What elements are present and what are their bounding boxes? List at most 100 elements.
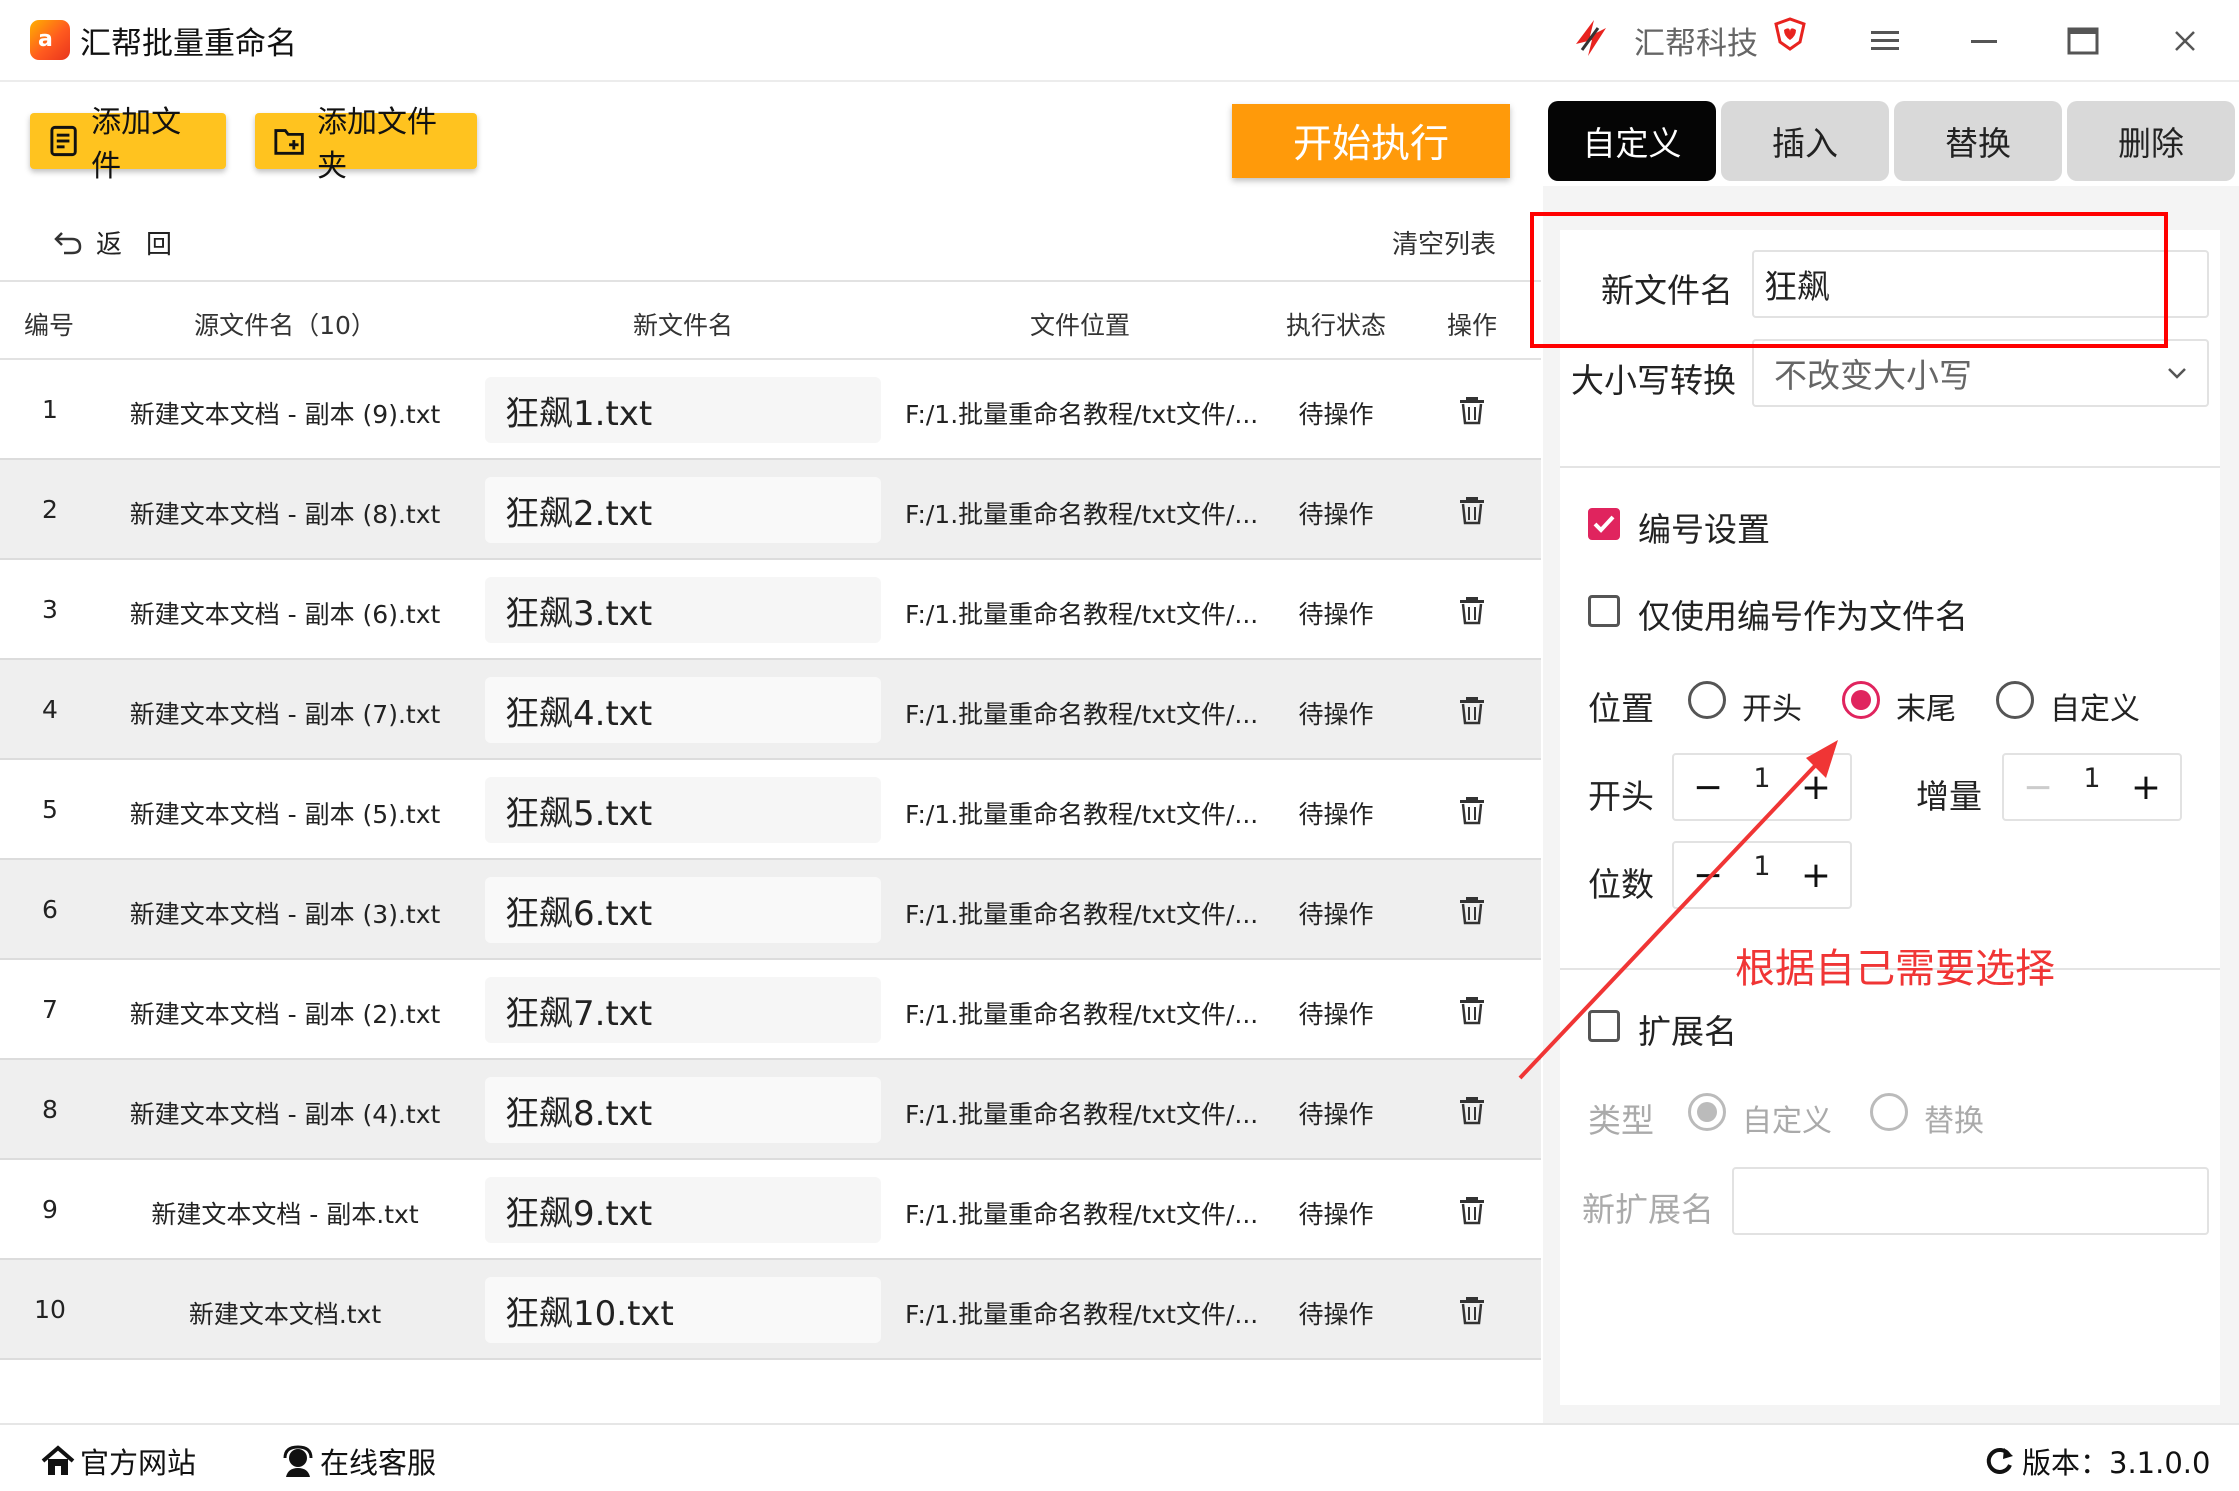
tab-replace[interactable]: 替换 xyxy=(1894,101,2062,181)
row-num: 3 xyxy=(42,595,58,624)
row-source-name: 新建文本文档 - 副本 (3).txt xyxy=(129,900,441,929)
start-execute-button[interactable]: 开始执行 xyxy=(1232,104,1510,178)
header-action: 操作 xyxy=(1446,311,1497,340)
file-table: 编号 源文件名（10） 新文件名 文件位置 执行状态 操作 1 新建文本文档 - … xyxy=(0,280,1541,1360)
row-new-name[interactable]: 狂飙3.txt xyxy=(485,577,881,643)
delete-row-icon[interactable] xyxy=(1456,994,1488,1026)
header-location: 文件位置 xyxy=(1029,311,1130,340)
row-new-name[interactable]: 狂飙1.txt xyxy=(485,377,881,443)
version-label: 版本：3.1.0.0 xyxy=(2022,1446,2211,1480)
row-new-name[interactable]: 狂飙4.txt xyxy=(485,677,881,743)
table-row[interactable]: 10 新建文本文档.txt 狂飙10.txt F:/1.批量重命名教程/txt文件/.… xyxy=(0,1260,1541,1360)
row-new-name[interactable]: 狂飙10.txt xyxy=(485,1277,881,1343)
app-logo-letter: a xyxy=(38,27,53,52)
table-row[interactable]: 9 新建文本文档 - 副本.txt 狂飙9.txt F:/1.批量重命名教程/txt文… xyxy=(0,1160,1541,1260)
minimize-icon[interactable] xyxy=(1962,18,2008,64)
website-link[interactable]: 官方网站 xyxy=(40,1440,196,1482)
delete-row-icon[interactable] xyxy=(1456,794,1488,826)
row-source-name: 新建文本文档 - 副本 (8).txt xyxy=(129,500,441,529)
row-location: F:/1.批量重命名教程/txt文件/... xyxy=(905,700,1259,729)
tab-insert[interactable]: 插入 xyxy=(1721,101,1889,181)
row-status: 待操作 xyxy=(1298,1300,1374,1329)
table-row[interactable]: 3 新建文本文档 - 副本 (6).txt 狂飙3.txt F:/1.批量重命名教程/… xyxy=(0,560,1541,660)
add-file-button[interactable]: 添加文件 xyxy=(30,105,226,184)
delete-row-icon[interactable] xyxy=(1456,594,1488,626)
row-source-name: 新建文本文档 - 副本 (6).txt xyxy=(129,600,441,629)
new-ext-input[interactable] xyxy=(1732,1167,2209,1235)
row-status: 待操作 xyxy=(1298,1100,1374,1129)
add-file-icon xyxy=(50,125,77,157)
row-location: F:/1.批量重命名教程/txt文件/... xyxy=(905,900,1259,929)
row-num: 10 xyxy=(34,1295,66,1324)
row-new-name[interactable]: 狂飙2.txt xyxy=(485,477,881,543)
case-select[interactable]: 不改变大小写 xyxy=(1752,339,2209,407)
delete-row-icon[interactable] xyxy=(1456,394,1488,426)
add-folder-button[interactable]: 添加文件夹 xyxy=(255,105,477,184)
row-location: F:/1.批量重命名教程/txt文件/... xyxy=(905,800,1259,829)
table-row[interactable]: 7 新建文本文档 - 副本 (2).txt 狂飙7.txt F:/1.批量重命名教程/… xyxy=(0,960,1541,1060)
row-source-name: 新建文本文档 - 副本 (9).txt xyxy=(129,400,441,429)
row-location: F:/1.批量重命名教程/txt文件/... xyxy=(905,400,1259,429)
row-new-name[interactable]: 狂飙9.txt xyxy=(485,1177,881,1243)
row-status: 待操作 xyxy=(1298,400,1374,429)
home-icon xyxy=(41,1445,75,1475)
type-label: 类型 xyxy=(1588,1101,1654,1140)
row-source-name: 新建文本文档 - 副本 (4).txt xyxy=(129,1100,441,1129)
website-label: 官方网站 xyxy=(80,1446,197,1480)
tab-custom[interactable]: 自定义 xyxy=(1548,101,1716,181)
row-num: 8 xyxy=(42,1095,58,1124)
delete-row-icon[interactable] xyxy=(1456,1094,1488,1126)
table-row[interactable]: 1 新建文本文档 - 副本 (9).txt 狂飙1.txt F:/1.批量重命名教程/… xyxy=(0,360,1541,460)
back-button[interactable]: 返回 xyxy=(52,222,196,262)
table-row[interactable]: 4 新建文本文档 - 副本 (7).txt 狂飙4.txt F:/1.批量重命名教程/… xyxy=(0,660,1541,760)
row-location: F:/1.批量重命名教程/txt文件/... xyxy=(905,1200,1259,1229)
position-end-label: 末尾 xyxy=(1896,692,1956,727)
position-end-radio[interactable] xyxy=(1842,681,1880,719)
row-new-name[interactable]: 狂飙8.txt xyxy=(485,1077,881,1143)
row-new-name[interactable]: 狂飙6.txt xyxy=(485,877,881,943)
header-source: 源文件名（10） xyxy=(194,311,376,340)
position-custom-radio[interactable] xyxy=(1996,681,2034,719)
row-num: 2 xyxy=(42,495,58,524)
only-number-label: 仅使用编号作为文件名 xyxy=(1638,597,1968,636)
delete-row-icon[interactable] xyxy=(1456,694,1488,726)
numbering-checkbox[interactable] xyxy=(1588,508,1620,540)
divider xyxy=(1560,466,2220,468)
add-folder-label: 添加文件夹 xyxy=(317,105,438,184)
support-link[interactable]: 在线客服 xyxy=(280,1440,436,1482)
row-num: 9 xyxy=(42,1195,58,1224)
row-num: 5 xyxy=(42,795,58,824)
brand-logo-icon xyxy=(1576,20,1606,56)
only-number-checkbox[interactable] xyxy=(1588,595,1620,627)
position-start-radio[interactable] xyxy=(1688,681,1726,719)
menu-icon[interactable] xyxy=(1862,18,1908,64)
clear-list-button[interactable]: 清空列表 xyxy=(1392,224,1496,261)
increment-plus-button[interactable]: + xyxy=(2128,767,2164,808)
increment-stepper[interactable]: − 1 + xyxy=(2002,753,2182,821)
chevron-down-icon xyxy=(2168,368,2186,379)
row-new-name[interactable]: 狂飙7.txt xyxy=(485,977,881,1043)
maximize-icon[interactable] xyxy=(2060,18,2106,64)
delete-row-icon[interactable] xyxy=(1456,494,1488,526)
row-status: 待操作 xyxy=(1298,500,1374,529)
delete-row-icon[interactable] xyxy=(1456,1294,1488,1326)
table-row[interactable]: 8 新建文本文档 - 副本 (4).txt 狂飙8.txt F:/1.批量重命名教程/… xyxy=(0,1060,1541,1160)
annotation-arrow-icon xyxy=(1518,740,1838,1080)
row-new-name[interactable]: 狂飙5.txt xyxy=(485,777,881,843)
table-row[interactable]: 6 新建文本文档 - 副本 (3).txt 狂飙6.txt F:/1.批量重命名教程/… xyxy=(0,860,1541,960)
row-status: 待操作 xyxy=(1298,900,1374,929)
row-source-name: 新建文本文档 - 副本.txt xyxy=(151,1200,419,1229)
tab-delete[interactable]: 删除 xyxy=(2067,101,2235,181)
row-source-name: 新建文本文档 - 副本 (2).txt xyxy=(129,1000,441,1029)
new-ext-label: 新扩展名 xyxy=(1582,1190,1714,1229)
app-title: 汇帮批量重命名 xyxy=(80,26,297,62)
close-icon[interactable] xyxy=(2162,18,2208,64)
type-custom-label: 自定义 xyxy=(1742,1104,1832,1139)
row-source-name: 新建文本文档 - 副本 (7).txt xyxy=(129,700,441,729)
annotation-text: 根据自己需要选择 xyxy=(1735,946,2055,992)
table-row[interactable]: 5 新建文本文档 - 副本 (5).txt 狂飙5.txt F:/1.批量重命名教程/… xyxy=(0,760,1541,860)
table-row[interactable]: 2 新建文本文档 - 副本 (8).txt 狂飙2.txt F:/1.批量重命名教程/… xyxy=(0,460,1541,560)
delete-row-icon[interactable] xyxy=(1456,894,1488,926)
delete-row-icon[interactable] xyxy=(1456,1194,1488,1226)
vip-badge-icon[interactable] xyxy=(1772,16,1808,52)
